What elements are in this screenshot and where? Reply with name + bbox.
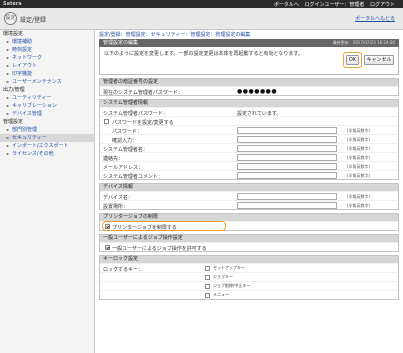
location-input[interactable] xyxy=(237,202,337,209)
main-content: 設定/登録：管理設定：セキュリティー：管理設定：管理設定の編集 管理設定の編集 … xyxy=(99,30,399,300)
form-row: メニュー xyxy=(100,290,398,299)
top-bar: Satera ポータルへ ログインユーザー：管理者 ログアウト xyxy=(0,0,403,8)
sidebar: 環境設定 環境補助 時刻設定 ネットワーク レイアウト 印字機能 ユーザーメンテ… xyxy=(0,30,95,353)
form-row: システム管理者名： (半角英数字) xyxy=(100,143,398,153)
breadcrumb[interactable]: 設定/登録：管理設定：セキュリティー：管理設定：管理設定の編集 xyxy=(99,31,399,39)
settings-icon: 設定 xyxy=(4,12,17,25)
cancel-button[interactable]: キャンセル xyxy=(364,55,394,65)
allow-job-operation-label: 一般ユーザーによるジョブ操作を許可する xyxy=(112,246,207,252)
form-row: プリンタージョブを制限する xyxy=(100,221,398,231)
sidebar-item-department[interactable]: 部門別管理 xyxy=(0,126,94,134)
editor-title-bar: 管理設定の編集 最終更新：2017/07/23 16:24:00 xyxy=(99,39,399,47)
allow-job-operation-checkbox[interactable] xyxy=(105,245,110,250)
top-links: ポータルへ ログインユーザー：管理者 ログアウト xyxy=(270,1,395,8)
system-admin-section: システム管理者情報 システム管理者パスワード： 設定されています。 パスワードを… xyxy=(99,99,399,180)
sidebar-heading-admin: 管理設定 xyxy=(3,119,24,125)
sidebar-item-utility[interactable]: ユーティリティー xyxy=(0,94,94,102)
section-header: プリンタージョブの制限 xyxy=(100,214,398,221)
key-lock-section: キーロック設定 ロックするキー： セットアップキー ジョブキー ジョブ削除/中止… xyxy=(99,255,399,300)
back-to-portal-link[interactable]: ポータルへもどる xyxy=(355,15,395,22)
cancel-key-label: ジョブ削除/中止キー xyxy=(213,283,251,288)
set-password-checkbox[interactable] xyxy=(104,119,109,124)
form-row: メールアドレス： (半角英数字) xyxy=(100,161,398,171)
sidebar-item-device-management[interactable]: デバイス管理 xyxy=(0,110,94,118)
form-row: ロックするキー： セットアップキー xyxy=(100,263,398,273)
sidebar-item-network[interactable]: ネットワーク xyxy=(0,54,94,62)
job-key-checkbox[interactable] xyxy=(205,275,210,280)
menu-key-label: メニュー xyxy=(213,292,229,297)
form-row: パスワード： (半角英数字) xyxy=(100,125,398,135)
setup-key-checkbox[interactable] xyxy=(205,266,210,271)
device-info-section: デバイス情報 デバイス名： (半角英数字) 設置場所： (半角英数字) xyxy=(99,183,399,210)
sidebar-item-print[interactable]: 印字機能 xyxy=(0,70,94,78)
sidebar-item-layout[interactable]: レイアウト xyxy=(0,62,94,70)
sidebar-heading-output: 出力/管理 xyxy=(3,87,25,93)
admin-name-input[interactable] xyxy=(237,145,337,152)
section-header: デバイス情報 xyxy=(100,184,398,191)
form-row: システム管理者コメント： (半角英数字) xyxy=(100,170,398,180)
page-title: 設定/登録 xyxy=(20,17,47,24)
section-header: システム管理者情報 xyxy=(100,100,398,107)
form-row: 連絡先： (半角英数字) xyxy=(100,152,398,162)
sidebar-item-time[interactable]: 時刻設定 xyxy=(0,46,94,54)
form-row: デバイス名： (半角英数字) xyxy=(100,191,398,201)
form-row: 現在のシステム管理者パスワード： ●●●●●●● xyxy=(100,86,398,96)
field-note: (半角英数字) xyxy=(347,203,371,208)
product-logo: Satera xyxy=(3,1,22,7)
section-header: 一般ユーザーによるジョブ操作設定 xyxy=(100,235,398,242)
sidebar-item-license[interactable]: ライセンス/その他 xyxy=(0,150,94,158)
form-row: ジョブキー xyxy=(100,272,398,281)
notice-message: 以下のように設定を変更します。一部の設定変更は本体を再起動すると有効となります。 xyxy=(104,51,303,57)
admin-comment-label: システム管理者コメント： xyxy=(103,174,163,180)
sidebar-heading-environment: 環境設定 xyxy=(3,31,24,37)
cancel-key-checkbox[interactable] xyxy=(205,284,210,289)
location-label: 設置場所： xyxy=(103,204,129,210)
section-header: 管理者の暗証番号の設定 xyxy=(100,79,398,86)
contact-input[interactable] xyxy=(237,154,337,161)
sidebar-item-maintenance[interactable]: ユーザーメンテナンス xyxy=(0,78,94,86)
editor-title: 管理設定の編集 xyxy=(103,40,139,46)
job-key-label: ジョブキー xyxy=(213,274,233,279)
admin-comment-input[interactable] xyxy=(237,172,337,179)
section-header: キーロック設定 xyxy=(100,256,398,263)
form-row: パスワードを設定/変更する xyxy=(100,116,398,126)
form-row: 設置場所： (半角英数字) xyxy=(100,200,398,210)
confirm-password-input[interactable] xyxy=(237,136,337,143)
menu-key-checkbox[interactable] xyxy=(205,293,210,298)
printer-job-section: プリンタージョブの制限 プリンタージョブを制限する xyxy=(99,213,399,231)
page-header: 設定 設定/登録 ポータルへもどる xyxy=(0,8,403,30)
admin-password-section: 管理者の暗証番号の設定 現在のシステム管理者パスワード： ●●●●●●● xyxy=(99,78,399,96)
field-note: (半角英数字) xyxy=(347,173,371,178)
sidebar-item-security[interactable]: セキュリティー xyxy=(0,134,94,142)
ok-button[interactable]: OK xyxy=(346,55,359,65)
form-row: 一般ユーザーによるジョブ操作を許可する xyxy=(100,242,398,252)
sidebar-item-calibration[interactable]: キャリブレーション xyxy=(0,102,94,110)
form-row: ジョブ削除/中止キー xyxy=(100,281,398,290)
sidebar-item-import-export[interactable]: インポート/エクスポート xyxy=(0,142,94,150)
form-row: システム管理者パスワード： 設定されています。 xyxy=(100,107,398,117)
restrict-printer-job-checkbox[interactable] xyxy=(105,224,110,229)
password-mask[interactable]: ●●●●●●● xyxy=(237,88,277,95)
form-row: 確認入力： (半角英数字) xyxy=(100,134,398,144)
password-input[interactable] xyxy=(237,127,337,134)
email-field[interactable] xyxy=(237,163,337,170)
current-password-label: 現在のシステム管理者パスワード： xyxy=(103,90,183,96)
setup-key-label: セットアップキー xyxy=(213,265,245,270)
job-operation-section: 一般ユーザーによるジョブ操作設定 一般ユーザーによるジョブ操作を許可する xyxy=(99,234,399,252)
last-updated: 最終更新：2017/07/23 16:24:00 xyxy=(332,40,395,45)
device-name-input[interactable] xyxy=(237,193,337,200)
editor-notice: 以下のように設定を変更します。一部の設定変更は本体を再起動すると有効となります。… xyxy=(99,47,399,75)
sidebar-item-assist[interactable]: 環境補助 xyxy=(0,38,94,46)
restrict-printer-job-label: プリンタージョブを制限する xyxy=(112,225,177,231)
